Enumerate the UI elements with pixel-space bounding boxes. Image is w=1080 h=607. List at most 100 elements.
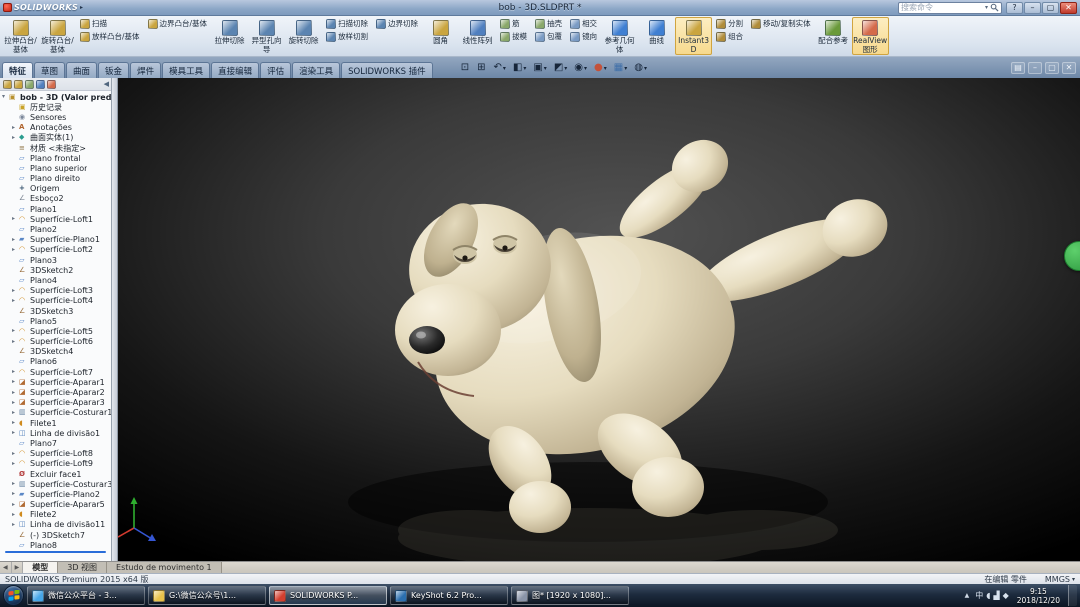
help-button[interactable]: ?	[1006, 2, 1023, 14]
maximize-button[interactable]: ▢	[1042, 2, 1059, 14]
feature-tree-item[interactable]: Superfície-Aparar5	[0, 500, 111, 510]
tab-scroll-right-icon[interactable]: ▶	[12, 562, 24, 573]
revolve-boss-icon[interactable]: 旋转凸台/基体	[39, 17, 76, 55]
command-tab[interactable]: 渲染工具	[292, 62, 340, 78]
model-tab[interactable]: 模型	[23, 562, 58, 573]
solidworks-logo[interactable]: SOLIDWORKS ▸	[3, 0, 83, 15]
configurationmanager-tab[interactable]	[25, 80, 34, 89]
graphics-viewport[interactable]	[118, 78, 1080, 561]
boundary-cut-icon[interactable]: 边界切除	[372, 17, 422, 30]
expand-arrow-icon[interactable]	[12, 288, 19, 294]
taskbar-button[interactable]: 微信公众平台 - 3...	[27, 586, 145, 605]
display-style-icon[interactable]: ◩	[553, 63, 568, 73]
close-button[interactable]: ✕	[1060, 2, 1077, 14]
feature-tree-item[interactable]: 3DSketch4	[0, 347, 111, 357]
realview-graphics-icon[interactable]: RealView 图形	[852, 17, 889, 55]
feature-tree-item[interactable]: Plano6	[0, 357, 111, 367]
search-dropdown-icon[interactable]: ▾	[985, 4, 988, 11]
expand-arrow-icon[interactable]	[12, 390, 19, 396]
menu-expand-arrow-icon[interactable]: ▸	[80, 4, 83, 11]
feature-tree-item[interactable]: Superfície-Aparar2	[0, 387, 111, 397]
apply-scene-icon[interactable]: ▦	[613, 63, 628, 73]
feature-tree-item[interactable]: Plano4	[0, 275, 111, 285]
expand-arrow-icon[interactable]	[12, 339, 19, 345]
expand-arrow-icon[interactable]	[12, 420, 19, 426]
dropdown-caret-icon[interactable]	[523, 63, 526, 73]
expand-arrow-icon[interactable]	[12, 481, 19, 487]
panel-collapse-arrow-icon[interactable]: ◀	[104, 80, 109, 88]
taskbar-clock[interactable]: 9:15 2018/12/20	[1013, 587, 1064, 605]
dropdown-caret-icon[interactable]	[624, 63, 627, 73]
expand-arrow-icon[interactable]	[12, 247, 19, 253]
expand-arrow-icon[interactable]	[12, 216, 19, 222]
feature-tree-item[interactable]: Excluir face1	[0, 469, 111, 479]
revolved-cut-icon[interactable]: 旋转切除	[285, 17, 322, 55]
feature-tree-item[interactable]: Plano7	[0, 438, 111, 448]
collapse-arrow-icon[interactable]	[2, 94, 9, 100]
taskbar-button[interactable]: 图* [1920 x 1080]...	[511, 586, 629, 605]
tray-network-icon[interactable]: ▟	[993, 592, 999, 600]
feature-tree-item[interactable]: Superfície-Costurar3	[0, 479, 111, 489]
feature-tree-item[interactable]: Superfície-Plano1	[0, 235, 111, 245]
command-tab[interactable]: 直接编辑	[211, 62, 259, 78]
displaymanager-tab[interactable]	[47, 80, 56, 89]
expand-arrow-icon[interactable]	[12, 410, 19, 416]
propertymanager-tab[interactable]	[14, 80, 23, 89]
feature-tree-item[interactable]: Sensores	[0, 112, 111, 122]
wrap-icon[interactable]: 包覆	[531, 30, 566, 43]
command-search-input[interactable]	[901, 3, 983, 12]
view-settings-icon[interactable]: ◍	[633, 63, 648, 73]
zoom-fit-icon[interactable]: ⊡	[460, 63, 471, 73]
shell-icon[interactable]: 抽壳	[531, 17, 566, 30]
feature-tree-item[interactable]: Filete2	[0, 510, 111, 520]
view-orientation-icon[interactable]: ▣	[532, 63, 547, 73]
feature-tree-item[interactable]: Superfície-Loft6	[0, 337, 111, 347]
expand-arrow-icon[interactable]	[12, 522, 19, 528]
mirror-icon[interactable]: 镜向	[566, 30, 601, 43]
dropdown-caret-icon[interactable]	[604, 63, 607, 73]
move-copy-body-icon[interactable]: 移动/复制实体	[747, 17, 815, 30]
expand-arrow-icon[interactable]	[12, 237, 19, 243]
feature-tree-item[interactable]: Esboço2	[0, 194, 111, 204]
feature-tree-item[interactable]: Superfície-Loft5	[0, 326, 111, 336]
expand-arrow-icon[interactable]	[12, 400, 19, 406]
feature-tree-item[interactable]: Origem	[0, 184, 111, 194]
swept-cut-icon[interactable]: 扫描切除	[322, 17, 372, 30]
command-tab[interactable]: 草图	[34, 62, 65, 78]
feature-tree-item[interactable]: Superfície-Aparar1	[0, 377, 111, 387]
feature-tree-item[interactable]: Plano3	[0, 255, 111, 265]
feature-tree-item[interactable]: 历史记录	[0, 102, 111, 112]
model-tab[interactable]: Estudo de movimento 1	[107, 562, 222, 573]
feature-tree-item[interactable]: Plano direito	[0, 174, 111, 184]
feature-tree-item[interactable]: Linha de divisão11	[0, 520, 111, 530]
draft-icon[interactable]: 拔模	[496, 30, 531, 43]
boundary-boss-icon[interactable]: 边界凸台/基体	[144, 17, 212, 30]
dropdown-caret-icon[interactable]	[584, 63, 587, 73]
expand-arrow-icon[interactable]	[12, 135, 19, 141]
feature-tree-item[interactable]: 3DSketch3	[0, 306, 111, 316]
command-tab[interactable]: 模具工具	[162, 62, 210, 78]
feature-tree-item[interactable]: (-) 3DSketch7	[0, 530, 111, 540]
doc-workspace-icon[interactable]: ▤	[1011, 62, 1025, 74]
dropdown-caret-icon[interactable]	[544, 63, 547, 73]
taskbar-button[interactable]: SOLIDWORKS P...	[269, 586, 387, 605]
feature-tree-item[interactable]: Superfície-Loft9	[0, 459, 111, 469]
reference-geometry-icon[interactable]: 参考几何体	[601, 17, 638, 55]
feature-tree-item[interactable]: Plano superior	[0, 163, 111, 173]
section-view-icon[interactable]: ◧	[512, 63, 527, 73]
command-tab[interactable]: 曲面	[66, 62, 97, 78]
feature-tree-item[interactable]: 3DSketch2	[0, 265, 111, 275]
feature-tree-item[interactable]: Superfície-Plano2	[0, 489, 111, 499]
rib-icon[interactable]: 筋	[496, 17, 531, 30]
start-button[interactable]	[3, 585, 24, 606]
intersect-icon[interactable]: 相交	[566, 17, 601, 30]
command-tab[interactable]: SOLIDWORKS 插件	[341, 62, 433, 78]
feature-tree-item[interactable]: Superfície-Loft4	[0, 296, 111, 306]
taskbar-button[interactable]: KeyShot 6.2 Pro...	[390, 586, 508, 605]
feature-tree-item[interactable]: Plano8	[0, 540, 111, 550]
feature-tree-item[interactable]: Superfície-Loft7	[0, 367, 111, 377]
feature-tree-item[interactable]: Anotações	[0, 123, 111, 133]
model-tab[interactable]: 3D 视图	[58, 562, 107, 573]
command-tab[interactable]: 钣金	[98, 62, 129, 78]
featuremanager-tree-tab[interactable]	[3, 80, 12, 89]
